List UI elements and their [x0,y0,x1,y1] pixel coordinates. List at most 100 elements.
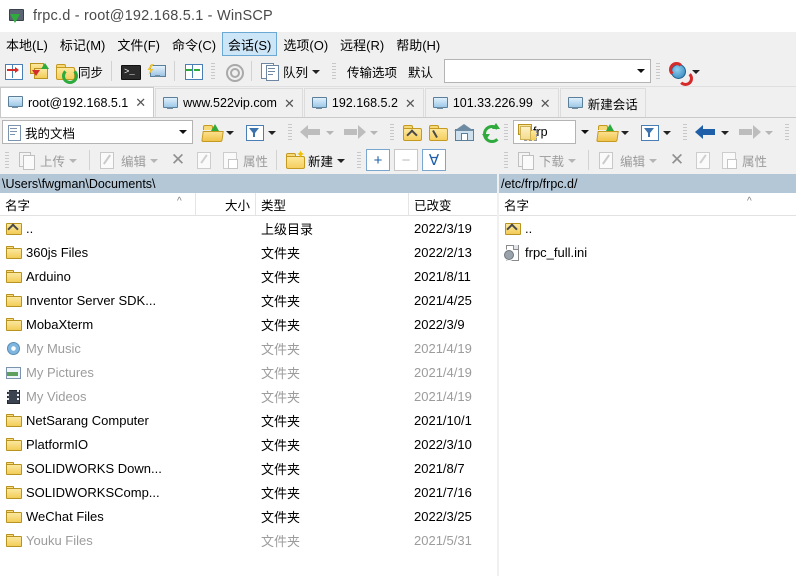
local-file-grip[interactable] [4,150,10,170]
local-root-directory-button[interactable] [425,119,451,145]
local-forward-button[interactable] [341,119,385,145]
remote-rename-button[interactable] [690,147,716,173]
refresh-session-button[interactable] [665,58,707,86]
remote-drive-chevron-down-icon[interactable] [581,130,589,134]
remote-edit-button[interactable]: 编辑 [594,147,664,173]
remote-address-field[interactable]: /etc/frp/frpc.d/ [499,174,796,193]
new-chevron-down-icon[interactable] [337,159,346,163]
menu-session[interactable]: 会话(S) [222,32,278,56]
select-group-button[interactable]: + [366,149,391,171]
local-refresh-button[interactable] [477,119,503,145]
local-dir-grip[interactable] [389,122,395,142]
synchronize-browsing-button[interactable] [26,58,52,84]
local-back-chevron-down-icon[interactable] [326,131,334,135]
putty-session-button[interactable] [143,58,169,84]
menu-mark[interactable]: 标记(M) [54,32,112,56]
menu-commands[interactable]: 命令(C) [166,32,222,56]
session-tab-2[interactable]: 192.168.5.2 ✕ [303,88,424,117]
local-forward-chevron-down-icon[interactable] [370,131,378,135]
session-tab-1[interactable]: www.522vip.com ✕ [155,88,303,117]
upload-chevron-down-icon[interactable] [69,159,78,163]
transfer-settings-chevron-down-icon[interactable] [637,69,646,73]
table-row[interactable]: frpc_full.ini [499,240,796,264]
local-drive-chevron-down-icon[interactable] [179,130,187,134]
table-row[interactable]: My Pictures 文件夹 2021/4/19 [0,360,497,384]
remote-dir-grip[interactable] [784,122,790,142]
refresh-chevron-down-icon[interactable] [692,70,701,74]
table-row[interactable]: Youku Files 文件夹 2021/5/31 [0,528,497,552]
table-row[interactable]: My Videos 文件夹 2021/4/19 [0,384,497,408]
local-filter-button[interactable] [241,119,283,145]
edit-chevron-down-icon[interactable] [150,159,159,163]
menu-options[interactable]: 选项(O) [277,32,334,56]
session-tab-close-icon[interactable]: ✕ [284,97,295,110]
remote-delete-button[interactable]: ✕ [664,147,690,173]
properties-button[interactable]: 属性 [217,147,271,173]
table-row[interactable]: .. [499,216,796,240]
remote-back-chevron-down-icon[interactable] [721,131,729,135]
local-column-size[interactable]: 大小 [196,193,256,215]
menu-files[interactable]: 文件(F) [111,32,166,56]
local-column-type[interactable]: 类型 [256,193,409,215]
remote-forward-button[interactable] [736,119,780,145]
local-column-name[interactable]: 名字 ^ [0,193,196,215]
new-session-tab[interactable]: 新建会话 [559,88,646,117]
toolbar-grip-3[interactable] [655,61,662,81]
table-row[interactable]: Arduino 文件夹 2021/8/11 [0,264,497,288]
local-filter-chevron-down-icon[interactable] [268,131,276,135]
transfer-settings-combo[interactable] [444,59,652,83]
menu-remote[interactable]: 远程(R) [334,32,390,56]
local-open-directory-button[interactable] [199,119,241,145]
edit-button[interactable]: 编辑 [95,147,165,173]
table-row[interactable]: SOLIDWORKS Down... 文件夹 2021/8/7 [0,456,497,480]
local-file-list[interactable]: .. 上级目录 2022/3/19 360js Files 文件夹 2022/2… [0,216,497,576]
remote-filter-button[interactable] [636,119,678,145]
local-selection-grip[interactable] [356,150,363,170]
remote-edit-chevron-down-icon[interactable] [649,159,658,163]
local-address-field[interactable]: \Users\fwgman\Documents\ [0,174,499,193]
toolbar-grip-1[interactable] [210,61,217,81]
local-nav-grip[interactable] [287,122,293,142]
local-home-directory-button[interactable] [451,119,477,145]
local-open-chevron-down-icon[interactable] [226,131,234,135]
preferences-button[interactable] [220,58,246,84]
remote-properties-button[interactable]: 属性 [716,147,770,173]
new-button[interactable]: ✦ 新建 [282,147,352,173]
local-column-changed[interactable]: 已改变 [409,193,497,215]
menu-local[interactable]: 本地(L) [0,32,54,56]
table-row[interactable]: MobaXterm 文件夹 2022/3/9 [0,312,497,336]
remote-open-chevron-down-icon[interactable] [621,131,629,135]
toggle-panels-button[interactable] [180,58,206,84]
session-tab-close-icon[interactable]: ✕ [405,97,416,110]
table-row[interactable]: WeChat Files 文件夹 2022/3/25 [0,504,497,528]
remote-file-grip[interactable] [503,150,509,170]
download-chevron-down-icon[interactable] [568,159,577,163]
remote-back-button[interactable] [692,119,736,145]
remote-open-directory-button[interactable] [594,119,636,145]
upload-button[interactable]: 上传 [14,147,84,173]
table-row[interactable]: NetSarang Computer 文件夹 2021/10/1 [0,408,497,432]
queue-button[interactable]: 队列 [257,58,327,84]
unselect-group-button[interactable]: − [394,149,419,171]
menu-help[interactable]: 帮助(H) [390,32,446,56]
keep-remote-directory-up-to-date-button[interactable] [0,58,26,84]
open-terminal-button[interactable]: >_ [117,58,143,84]
remote-path-grip[interactable] [503,122,509,142]
delete-button[interactable]: ✕ [165,147,191,173]
table-row[interactable]: .. 上级目录 2022/3/19 [0,216,497,240]
remote-forward-chevron-down-icon[interactable] [765,131,773,135]
download-button[interactable]: 下载 [513,147,583,173]
toolbar-grip-2[interactable] [331,61,338,81]
local-back-button[interactable] [297,119,341,145]
session-tab-0[interactable]: root@192.168.5.1 ✕ [0,87,155,117]
table-row[interactable]: 360js Files 文件夹 2022/2/13 [0,240,497,264]
table-row[interactable]: SOLIDWORKSComp... 文件夹 2021/7/16 [0,480,497,504]
session-tab-3[interactable]: 101.33.226.99 ✕ [424,88,559,117]
session-tab-close-icon[interactable]: ✕ [540,97,551,110]
remote-nav-grip[interactable] [682,122,688,142]
table-row[interactable]: My Music 文件夹 2021/4/19 [0,336,497,360]
local-parent-directory-button[interactable] [399,119,425,145]
select-all-button[interactable]: ∀ [422,149,447,171]
synchronize-button[interactable]: 同步 [52,58,106,84]
queue-chevron-down-icon[interactable] [312,70,321,74]
